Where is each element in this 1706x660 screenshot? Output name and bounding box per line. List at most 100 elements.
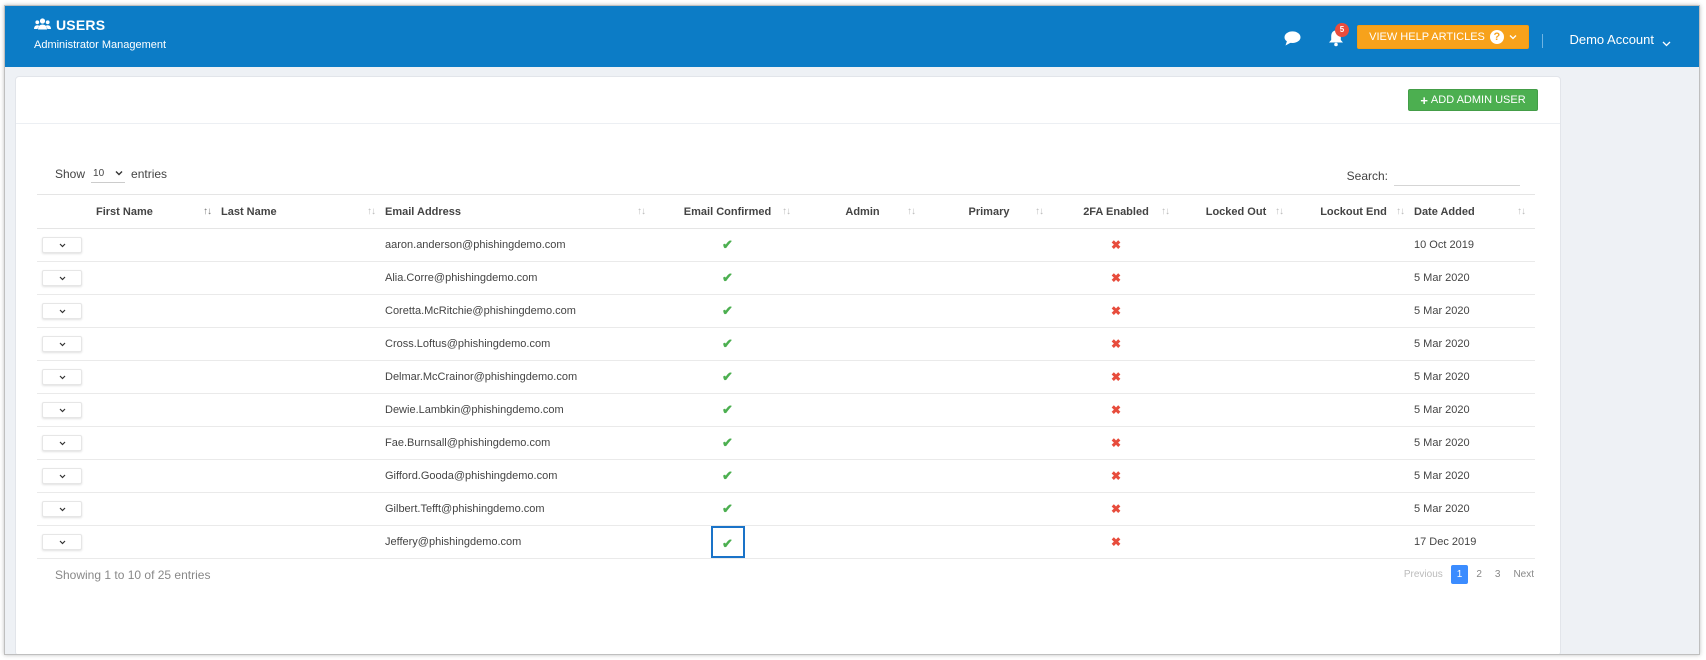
- locked-out-cell: [1179, 492, 1293, 526]
- page-title-block: USERS Administrator Management: [34, 17, 166, 51]
- last-name-cell: [221, 228, 385, 262]
- first-name-cell: [96, 327, 221, 361]
- chevron-down-icon: [59, 239, 66, 251]
- top-bar: USERS Administrator Management 5 VIEW HE…: [5, 6, 1699, 67]
- show-label: Show: [55, 167, 86, 181]
- page-length-select[interactable]: 10: [91, 165, 126, 183]
- row-expand-button[interactable]: [42, 336, 82, 352]
- pagination-page-3[interactable]: 3: [1490, 566, 1506, 583]
- email-cell: Delmar.McCrainor@phishingdemo.com: [385, 360, 655, 394]
- chevron-down-icon: [59, 338, 66, 350]
- cross-icon: ✖: [1110, 337, 1122, 351]
- help-button-label: VIEW HELP ARTICLES: [1369, 31, 1485, 43]
- admin-cell: [800, 393, 925, 427]
- column-header-admin[interactable]: Admin ↑↓: [800, 194, 925, 229]
- check-icon: ✔: [722, 468, 733, 483]
- table-row: Gifford.Gooda@phishingdemo.com ✔ ✖ 5 Mar 20…: [37, 459, 1535, 493]
- view-help-articles-button[interactable]: VIEW HELP ARTICLES ?: [1357, 25, 1529, 49]
- admin-cell: [800, 261, 925, 295]
- add-admin-user-label: ADD ADMIN USER: [1430, 94, 1526, 106]
- notification-badge: 5: [1335, 23, 1349, 37]
- date-added-cell: 5 Mar 2020: [1414, 294, 1535, 328]
- date-added-cell: 5 Mar 2020: [1414, 261, 1535, 295]
- pagination-next[interactable]: Next: [1508, 566, 1539, 583]
- pagination: Previous 1 2 3 Next: [1399, 565, 1539, 584]
- users-icon: [34, 17, 51, 33]
- sort-icon: ↑↓: [637, 206, 646, 217]
- primary-cell: [925, 426, 1053, 460]
- check-icon: ✔: [722, 501, 733, 516]
- email-confirmed-cell: ✔: [655, 393, 800, 427]
- lockout-end-cell: [1293, 294, 1414, 328]
- date-added-cell: 5 Mar 2020: [1414, 327, 1535, 361]
- row-expand-button[interactable]: [42, 402, 82, 418]
- primary-cell: [925, 294, 1053, 328]
- row-expand-button[interactable]: [42, 468, 82, 484]
- email-confirmed-cell: ✔: [655, 294, 800, 328]
- primary-cell: [925, 228, 1053, 262]
- 2fa-enabled-cell: ✖: [1053, 327, 1179, 361]
- row-expand-button[interactable]: [42, 303, 82, 319]
- column-header-lockout-end[interactable]: Lockout End ↑↓: [1293, 194, 1414, 229]
- add-admin-user-button[interactable]: + ADD ADMIN USER: [1408, 89, 1538, 111]
- sort-icon: ↑↓: [1517, 206, 1526, 217]
- table-row: Coretta.McRitchie@phishingdemo.com ✔ ✖ 5 Ma…: [37, 294, 1535, 328]
- locked-out-cell: [1179, 459, 1293, 493]
- row-expand-button[interactable]: [42, 501, 82, 517]
- column-header-email[interactable]: Email Address ↑↓: [385, 194, 655, 229]
- row-expand-button[interactable]: [42, 534, 82, 550]
- last-name-cell: [221, 294, 385, 328]
- first-name-cell: [96, 459, 221, 493]
- row-expand-button[interactable]: [42, 369, 82, 385]
- email-cell: Gifford.Gooda@phishingdemo.com: [385, 459, 655, 493]
- row-expand-button[interactable]: [42, 237, 82, 253]
- column-header-email-confirmed[interactable]: Email Confirmed ↑↓: [655, 194, 800, 229]
- locked-out-cell: [1179, 393, 1293, 427]
- focused-cell[interactable]: ✔: [710, 526, 745, 558]
- chevron-down-icon: [59, 404, 66, 416]
- date-added-cell: 10 Oct 2019: [1414, 228, 1535, 262]
- primary-cell: [925, 393, 1053, 427]
- email-cell: Dewie.Lambkin@phishingdemo.com: [385, 393, 655, 427]
- entries-label: entries: [131, 167, 168, 181]
- 2fa-enabled-cell: ✖: [1053, 228, 1179, 262]
- row-expand-button[interactable]: [42, 270, 82, 286]
- primary-cell: [925, 459, 1053, 493]
- chevron-down-icon: [115, 168, 123, 179]
- row-expand-button[interactable]: [42, 435, 82, 451]
- sort-icon: ↑↓: [367, 206, 376, 217]
- lockout-end-cell: [1293, 228, 1414, 262]
- chevron-down-icon: [59, 470, 66, 482]
- column-header-2fa-enabled[interactable]: 2FA Enabled ↑↓: [1053, 194, 1179, 229]
- chevron-down-icon: [1509, 31, 1517, 43]
- lockout-end-cell: [1293, 492, 1414, 526]
- column-header-date-added[interactable]: Date Added ↑↓: [1414, 194, 1535, 229]
- chat-icon[interactable]: [1284, 31, 1301, 51]
- 2fa-enabled-cell: ✖: [1053, 294, 1179, 328]
- admin-cell: [800, 327, 925, 361]
- email-cell: Gilbert.Tefft@phishingdemo.com: [385, 492, 655, 526]
- admin-cell: [800, 426, 925, 460]
- locked-out-cell: [1179, 525, 1293, 559]
- sort-icon: ↑↓: [1035, 206, 1044, 217]
- account-menu[interactable]: Demo Account: [1569, 32, 1654, 47]
- admin-cell: [800, 228, 925, 262]
- table-header-row: First Name ↑↓ Last Name ↑↓ Email Address ↑↓…: [37, 194, 1535, 229]
- chevron-down-icon: [59, 536, 66, 548]
- date-added-cell: 5 Mar 2020: [1414, 459, 1535, 493]
- email-confirmed-cell: ✔: [655, 459, 800, 493]
- column-header-primary[interactable]: Primary ↑↓: [925, 194, 1053, 229]
- sort-icon: ↑↓: [1275, 206, 1284, 217]
- cross-icon: ✖: [1110, 403, 1122, 417]
- primary-cell: [925, 360, 1053, 394]
- pagination-page-1[interactable]: 1: [1450, 565, 1469, 584]
- header-divider: [1542, 34, 1543, 48]
- search-input[interactable]: [1394, 165, 1520, 186]
- column-header-first-name[interactable]: First Name ↑↓: [96, 194, 221, 229]
- chevron-down-icon[interactable]: [1662, 34, 1671, 52]
- pagination-page-2[interactable]: 2: [1471, 566, 1487, 583]
- column-header-locked-out[interactable]: Locked Out ↑↓: [1179, 194, 1293, 229]
- pagination-previous[interactable]: Previous: [1399, 566, 1448, 583]
- last-name-cell: [221, 261, 385, 295]
- column-header-last-name[interactable]: Last Name ↑↓: [221, 194, 385, 229]
